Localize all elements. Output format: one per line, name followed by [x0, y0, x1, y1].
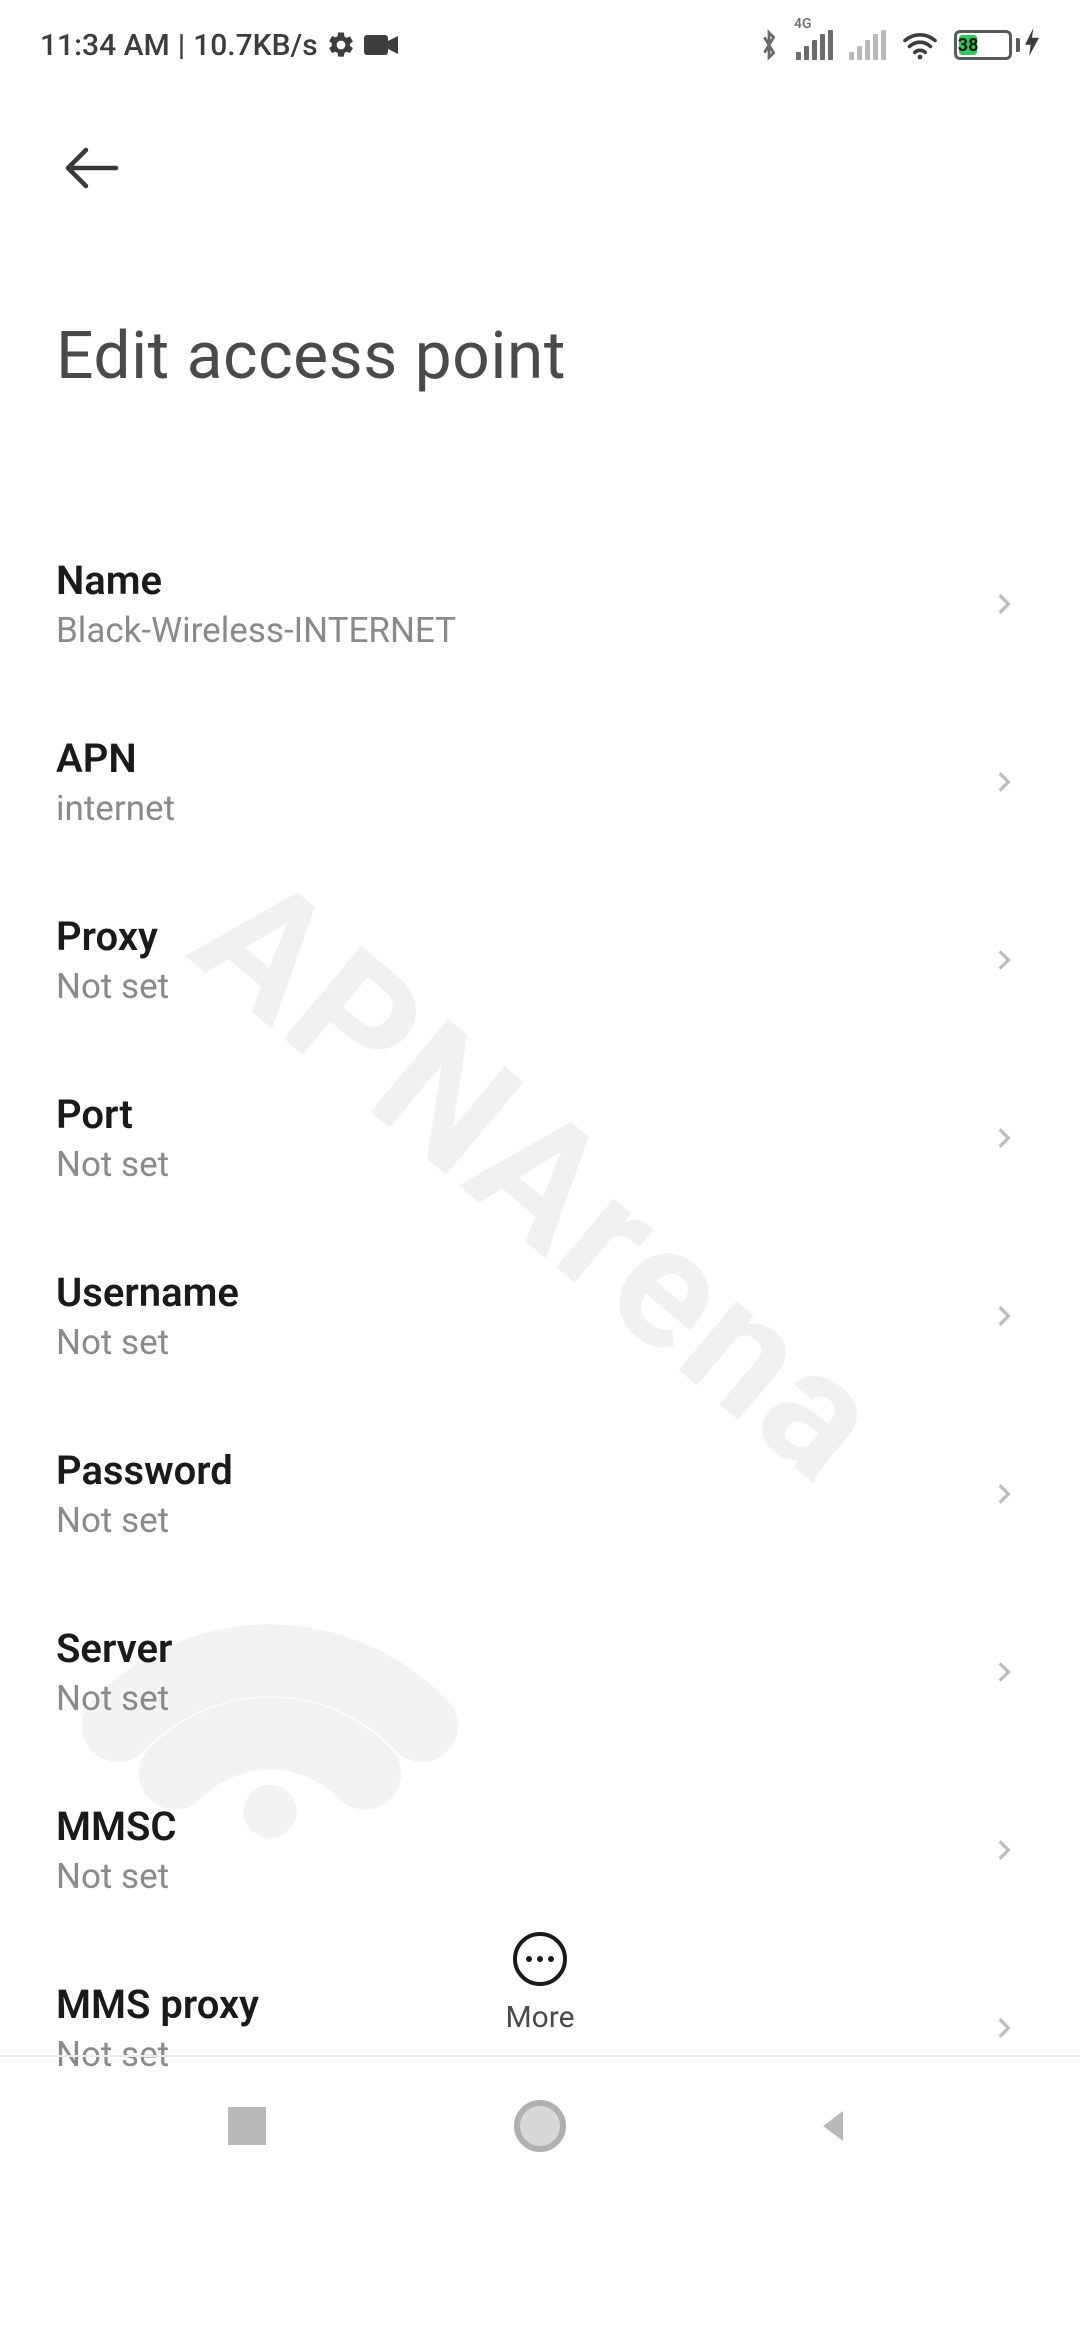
- setting-value: Not set: [56, 1322, 239, 1363]
- setting-label: Username: [56, 1269, 239, 1316]
- more-button[interactable]: More: [0, 1932, 1080, 2035]
- bluetooth-icon: [758, 28, 780, 62]
- setting-value: Black-Wireless-INTERNET: [56, 610, 456, 651]
- setting-value: Not set: [56, 966, 169, 1007]
- battery-percentage: 38: [958, 35, 979, 56]
- more-label: More: [505, 2000, 574, 2035]
- setting-row-username[interactable]: Username Not set: [56, 1227, 1024, 1405]
- chevron-right-icon: [984, 1830, 1024, 1870]
- triangle-left-icon: [813, 2106, 853, 2146]
- setting-value: Not set: [56, 1678, 172, 1719]
- chevron-right-icon: [984, 940, 1024, 980]
- setting-value: Not set: [56, 1144, 169, 1185]
- back-button[interactable]: [56, 128, 136, 208]
- setting-value: internet: [56, 788, 175, 829]
- nav-recents-button[interactable]: [217, 2096, 277, 2156]
- chevron-right-icon: [984, 584, 1024, 624]
- chevron-right-icon: [984, 762, 1024, 802]
- status-left: 11:34 AM | 10.7KB/s: [40, 28, 398, 63]
- setting-label: Name: [56, 557, 456, 604]
- status-separator: |: [178, 28, 185, 63]
- charging-icon: [1024, 28, 1040, 62]
- setting-row-mmsc[interactable]: MMSC Not set: [56, 1761, 1024, 1939]
- setting-row-server[interactable]: Server Not set: [56, 1583, 1024, 1761]
- more-icon: [513, 1932, 567, 1986]
- settings-gear-icon: [326, 30, 356, 60]
- chevron-right-icon: [984, 1118, 1024, 1158]
- page-title: Edit access point: [56, 318, 1024, 395]
- signal-secondary-icon: [849, 30, 886, 60]
- chevron-right-icon: [984, 1652, 1024, 1692]
- app-header: Edit access point: [0, 90, 1080, 395]
- square-icon: [228, 2107, 266, 2145]
- setting-row-name[interactable]: Name Black-Wireless-INTERNET: [56, 515, 1024, 693]
- status-bar: 11:34 AM | 10.7KB/s 4G: [0, 0, 1080, 90]
- setting-label: Port: [56, 1091, 169, 1138]
- chevron-right-icon: [984, 1296, 1024, 1336]
- system-nav-bar: [0, 2055, 1080, 2195]
- setting-row-password[interactable]: Password Not set: [56, 1405, 1024, 1583]
- setting-label: Server: [56, 1625, 172, 1672]
- circle-icon: [514, 2100, 566, 2152]
- setting-label: Proxy: [56, 913, 169, 960]
- signal-network-label: 4G: [794, 16, 812, 32]
- nav-home-button[interactable]: [510, 2096, 570, 2156]
- signal-primary-icon: 4G: [796, 30, 833, 60]
- status-right: 4G 38: [758, 28, 1040, 62]
- setting-row-proxy[interactable]: Proxy Not set: [56, 871, 1024, 1049]
- status-time: 11:34 AM: [40, 28, 170, 63]
- setting-value: Not set: [56, 1856, 177, 1897]
- wifi-icon: [902, 30, 938, 60]
- setting-label: APN: [56, 735, 175, 782]
- setting-row-port[interactable]: Port Not set: [56, 1049, 1024, 1227]
- setting-row-apn[interactable]: APN internet: [56, 693, 1024, 871]
- chevron-right-icon: [984, 1474, 1024, 1514]
- camera-icon: [364, 33, 398, 57]
- setting-label: MMSC: [56, 1803, 177, 1850]
- battery-indicator: 38: [954, 28, 1040, 62]
- status-network-speed: 10.7KB/s: [193, 28, 318, 63]
- setting-label: Password: [56, 1447, 233, 1494]
- nav-back-button[interactable]: [803, 2096, 863, 2156]
- setting-value: Not set: [56, 1500, 233, 1541]
